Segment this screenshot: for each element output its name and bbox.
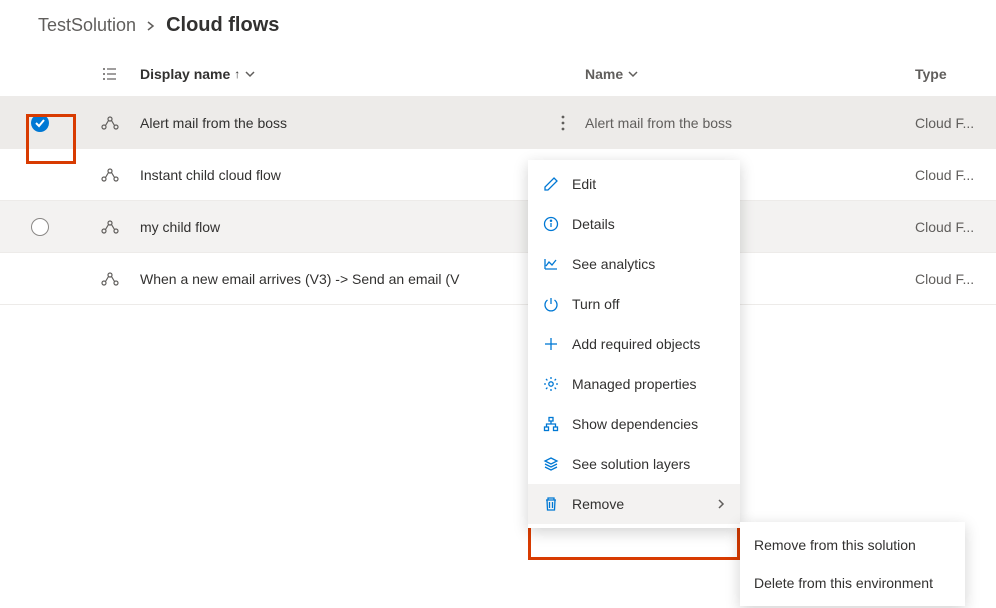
table-row[interactable]: Instant child cloud flow Cloud F...: [0, 149, 996, 201]
submenu-item-label: Remove from this solution: [754, 537, 916, 553]
list-view-icon[interactable]: [80, 66, 140, 82]
info-icon: [542, 215, 560, 233]
row-select-checkbox[interactable]: [31, 114, 49, 132]
menu-item-label: Details: [572, 216, 726, 232]
trash-icon: [542, 495, 560, 513]
chevron-right-icon: [716, 499, 726, 509]
submenu-delete-from-environment[interactable]: Delete from this environment: [740, 564, 965, 602]
row-display-name[interactable]: Alert mail from the boss: [140, 115, 540, 131]
sort-ascending-icon: ↑: [234, 67, 240, 81]
row-type: Cloud F...: [915, 271, 996, 287]
chevron-down-icon: [244, 68, 256, 80]
menu-item-analytics[interactable]: See analytics: [528, 244, 740, 284]
flow-icon: [80, 270, 140, 288]
menu-item-label: Show dependencies: [572, 416, 726, 432]
chevron-right-icon: [146, 21, 156, 31]
menu-item-add-required[interactable]: Add required objects: [528, 324, 740, 364]
row-name: Alert mail from the boss: [585, 115, 915, 131]
analytics-icon: [542, 255, 560, 273]
row-type: Cloud F...: [915, 167, 996, 183]
flow-icon: [80, 114, 140, 132]
column-header-label: Display name: [140, 66, 230, 82]
column-header-display-name[interactable]: Display name ↑: [140, 66, 540, 82]
flows-grid: Display name ↑ Name Type: [0, 51, 996, 305]
menu-item-label: See analytics: [572, 256, 726, 272]
menu-item-remove[interactable]: Remove: [528, 484, 740, 524]
column-header-label: Type: [915, 66, 947, 82]
row-display-name[interactable]: my child flow: [140, 219, 540, 235]
menu-item-label: Turn off: [572, 296, 726, 312]
row-type: Cloud F...: [915, 115, 996, 131]
table-row[interactable]: Alert mail from the boss Alert mail from…: [0, 97, 996, 149]
menu-item-label: Add required objects: [572, 336, 726, 352]
row-display-name[interactable]: Instant child cloud flow: [140, 167, 540, 183]
grid-header-row: Display name ↑ Name Type: [0, 51, 996, 97]
column-header-name[interactable]: Name: [585, 66, 915, 82]
table-row[interactable]: When a new email arrives (V3) -> Send an…: [0, 253, 996, 305]
column-header-type[interactable]: Type: [915, 66, 996, 82]
menu-item-label: Remove: [572, 496, 704, 512]
power-icon: [542, 295, 560, 313]
chevron-down-icon: [627, 68, 639, 80]
menu-item-managed-properties[interactable]: Managed properties: [528, 364, 740, 404]
row-display-name[interactable]: When a new email arrives (V3) -> Send an…: [140, 271, 540, 287]
row-type: Cloud F...: [915, 219, 996, 235]
flow-icon: [80, 166, 140, 184]
breadcrumb-parent[interactable]: TestSolution: [38, 15, 136, 36]
dependencies-icon: [542, 415, 560, 433]
menu-item-label: Managed properties: [572, 376, 726, 392]
menu-item-label: Edit: [572, 176, 726, 192]
remove-submenu: Remove from this solution Delete from th…: [740, 522, 965, 606]
row-select-checkbox[interactable]: [31, 218, 49, 236]
menu-item-turn-off[interactable]: Turn off: [528, 284, 740, 324]
row-context-menu: Edit Details See analytics Turn off Add …: [528, 160, 740, 528]
menu-item-edit[interactable]: Edit: [528, 164, 740, 204]
edit-icon: [542, 175, 560, 193]
layers-icon: [542, 455, 560, 473]
menu-item-details[interactable]: Details: [528, 204, 740, 244]
menu-item-label: See solution layers: [572, 456, 726, 472]
breadcrumb-current: Cloud flows: [166, 14, 279, 37]
plus-icon: [542, 335, 560, 353]
column-header-label: Name: [585, 66, 623, 82]
flow-icon: [80, 218, 140, 236]
gear-icon: [542, 375, 560, 393]
menu-item-show-dependencies[interactable]: Show dependencies: [528, 404, 740, 444]
menu-item-solution-layers[interactable]: See solution layers: [528, 444, 740, 484]
submenu-remove-from-solution[interactable]: Remove from this solution: [740, 526, 965, 564]
table-row[interactable]: my child flow Cloud F...: [0, 201, 996, 253]
breadcrumb: TestSolution Cloud flows: [0, 0, 996, 51]
submenu-item-label: Delete from this environment: [754, 575, 933, 591]
row-more-button[interactable]: [540, 115, 585, 131]
